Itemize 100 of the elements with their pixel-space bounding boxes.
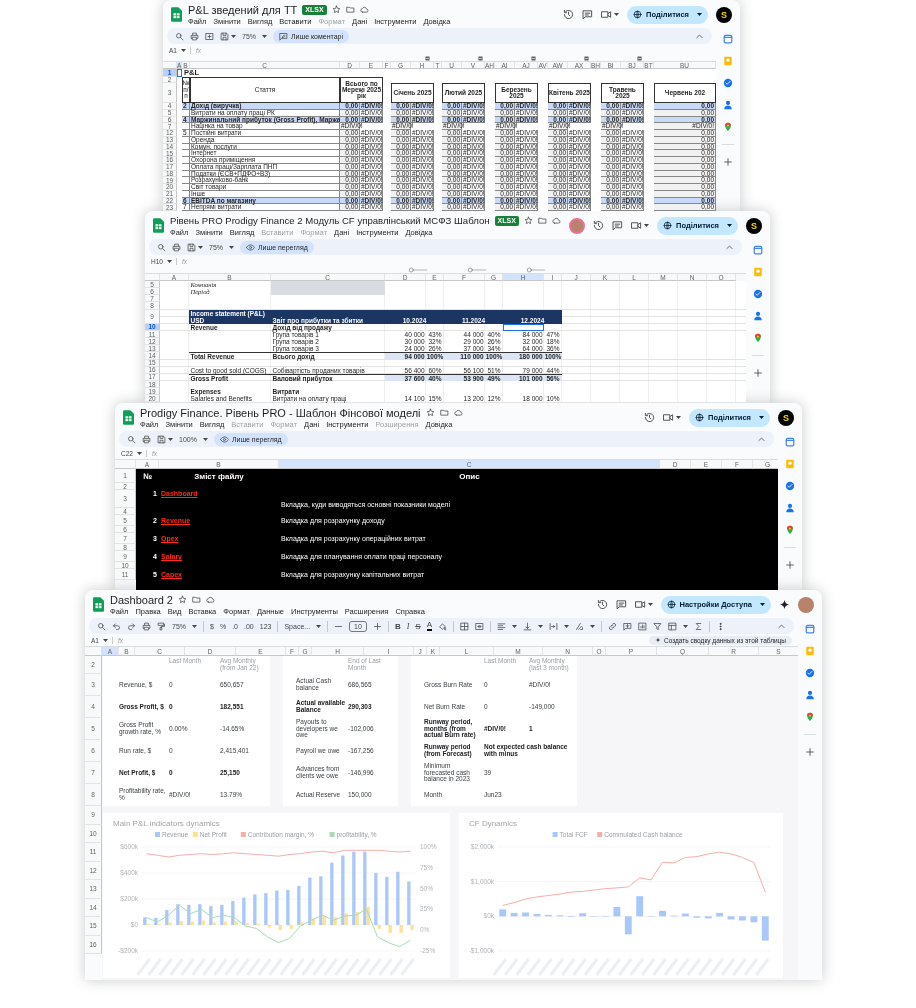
star-icon[interactable]	[331, 5, 341, 14]
caret-icon[interactable]	[202, 437, 208, 441]
search-icon[interactable]	[127, 434, 136, 444]
map-pin-icon[interactable]	[785, 525, 795, 535]
document-title[interactable]: Prodigy Finance. Рівень PRO - Шаблон Фінсової моделі	[140, 406, 421, 419]
group-toggle-icon[interactable]	[531, 56, 536, 61]
folder-icon[interactable]	[439, 408, 449, 417]
document-title[interactable]: Dashboard 2	[110, 593, 173, 606]
floppy-icon[interactable]	[157, 434, 166, 444]
spreadsheet-icon[interactable]	[153, 218, 164, 233]
group-toggle-icon[interactable]	[478, 56, 483, 61]
document-title[interactable]: P&L зведений для ТТ	[188, 3, 298, 16]
link-icon[interactable]	[608, 621, 618, 631]
strikethrough-button[interactable]: S	[415, 621, 421, 631]
spreadsheet-icon[interactable]	[171, 7, 182, 22]
caret-icon[interactable]	[102, 638, 108, 642]
group-toggle-icon[interactable]	[637, 56, 642, 61]
avatar[interactable]: S	[716, 6, 732, 23]
avatar[interactable]: S	[778, 409, 794, 426]
map-pin-icon[interactable]	[753, 333, 763, 343]
group-toggle-icon[interactable]	[584, 56, 589, 61]
video-camera-icon[interactable]	[631, 220, 643, 231]
cloud-icon[interactable]	[453, 408, 463, 417]
undo-icon[interactable]	[112, 621, 121, 631]
merge-icon[interactable]	[475, 621, 485, 631]
print-icon[interactable]	[190, 31, 199, 41]
caret-icon[interactable]	[229, 245, 234, 249]
caret-icon[interactable]	[198, 245, 203, 249]
caret-icon[interactable]	[180, 48, 186, 52]
italic-button[interactable]: I	[406, 621, 410, 631]
comment-icon[interactable]	[582, 9, 594, 20]
sparkle-icon[interactable]	[779, 599, 790, 610]
avatar[interactable]	[798, 596, 814, 613]
avatar[interactable]: S	[746, 217, 762, 234]
video-camera-icon[interactable]	[663, 412, 675, 423]
floppy-icon[interactable]	[187, 242, 196, 252]
folder-icon[interactable]	[345, 5, 355, 14]
redo-icon[interactable]	[127, 621, 136, 631]
caret-icon[interactable]	[166, 259, 172, 263]
borders-icon[interactable]	[460, 621, 470, 631]
search-icon[interactable]	[97, 621, 106, 631]
calendar-icon[interactable]	[805, 624, 815, 634]
check-circle-icon[interactable]	[785, 481, 795, 491]
cloud-icon[interactable]	[206, 595, 215, 604]
comment-icon[interactable]	[615, 599, 627, 610]
caret-icon[interactable]	[136, 451, 142, 455]
check-circle-icon[interactable]	[805, 668, 815, 678]
comment-icon[interactable]	[612, 220, 624, 231]
paint-format-icon[interactable]	[157, 621, 166, 631]
caret-icon[interactable]	[262, 34, 267, 38]
vertical-align-icon[interactable]	[523, 621, 533, 631]
print-icon[interactable]	[172, 242, 181, 252]
star-icon[interactable]	[178, 595, 187, 604]
caret-icon[interactable]	[316, 624, 322, 628]
add-comment-icon[interactable]	[623, 621, 633, 631]
calendar-icon[interactable]	[753, 245, 763, 255]
table-icon[interactable]	[668, 621, 678, 631]
plus-icon[interactable]	[805, 747, 815, 757]
caret-icon[interactable]	[590, 624, 596, 628]
person-icon[interactable]	[753, 311, 763, 321]
history-icon[interactable]	[563, 9, 575, 20]
caret-icon[interactable]	[614, 13, 620, 16]
caret-icon[interactable]	[644, 224, 650, 227]
person-icon[interactable]	[785, 503, 795, 513]
spreadsheet-icon[interactable]	[93, 597, 104, 612]
add-box-icon[interactable]	[205, 31, 214, 41]
wrap-icon[interactable]	[549, 621, 559, 631]
bold-button[interactable]: B	[394, 621, 401, 631]
caret-icon[interactable]	[727, 224, 732, 227]
paint-bucket-icon[interactable]	[438, 621, 448, 631]
caret-icon[interactable]	[231, 34, 236, 38]
caret-icon[interactable]	[759, 416, 764, 419]
caret-icon[interactable]	[564, 624, 570, 628]
text-rotate-icon[interactable]	[575, 621, 585, 631]
history-icon[interactable]	[596, 599, 608, 610]
calendar-icon[interactable]	[723, 34, 733, 44]
caret-icon[interactable]	[538, 624, 544, 628]
document-title[interactable]: Рівень PRO Prodigy Finance 2 Модуль CF управлінський МСФЗ Шаблон	[170, 215, 490, 226]
print-icon[interactable]	[142, 621, 151, 631]
plus-icon[interactable]	[785, 560, 795, 570]
history-icon[interactable]	[593, 220, 605, 231]
search-icon[interactable]	[157, 242, 166, 252]
folder-icon[interactable]	[537, 216, 547, 225]
calendar-icon[interactable]	[785, 437, 795, 447]
plus-icon[interactable]	[372, 621, 382, 631]
caret-icon[interactable]	[676, 416, 682, 419]
avatar[interactable]	[569, 217, 586, 234]
caret-icon[interactable]	[647, 603, 653, 606]
caret-icon[interactable]	[697, 13, 702, 16]
group-toggle-icon[interactable]	[425, 56, 430, 61]
caret-icon[interactable]	[683, 624, 689, 628]
search-icon[interactable]	[175, 31, 184, 41]
star-icon[interactable]	[425, 408, 435, 417]
chart-icon[interactable]	[638, 621, 648, 631]
print-icon[interactable]	[142, 434, 151, 444]
history-icon[interactable]	[644, 412, 656, 423]
map-pin-icon[interactable]	[805, 712, 815, 722]
plus-icon[interactable]	[753, 368, 763, 378]
caret-icon[interactable]	[192, 624, 197, 628]
video-camera-icon[interactable]	[601, 9, 613, 20]
